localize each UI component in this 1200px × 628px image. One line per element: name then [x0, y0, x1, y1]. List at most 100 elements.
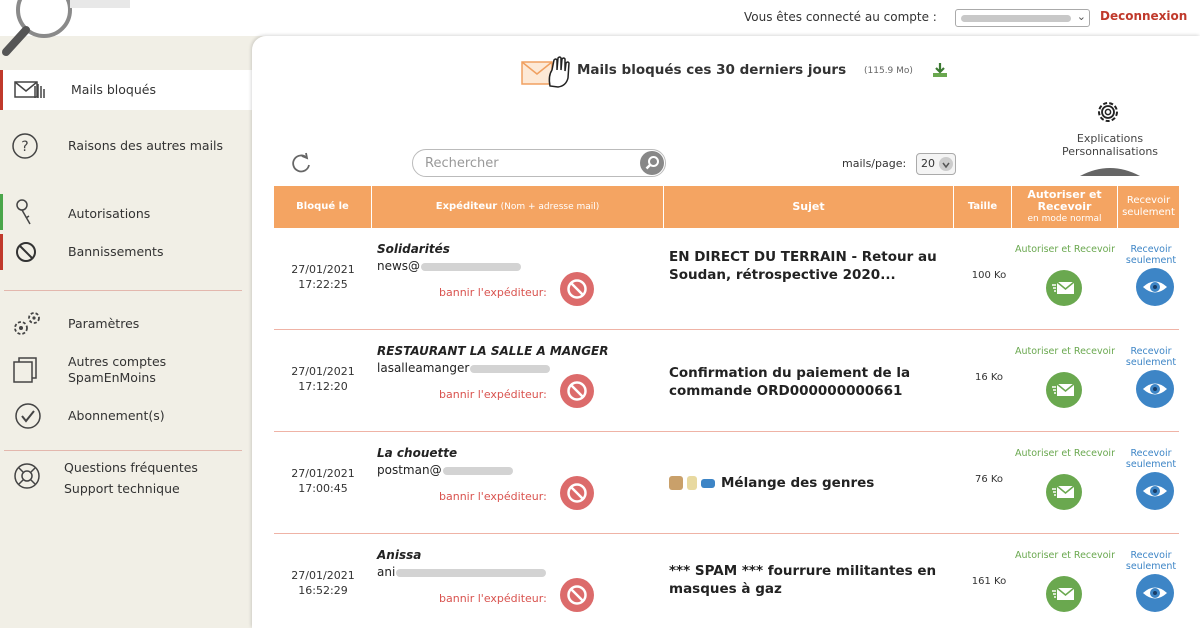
- col-allow-label: Autoriser et Recevoir: [1027, 188, 1102, 213]
- row-date-time: 17:22:25: [298, 278, 348, 291]
- sidebar-item-label: Abonnement(s): [68, 408, 165, 423]
- sidebar-item-reasons[interactable]: ? Raisons des autres mails: [0, 126, 252, 166]
- keys-icon: [16, 199, 31, 225]
- support-link[interactable]: Support technique: [64, 481, 180, 497]
- ban-button-icon[interactable]: [560, 578, 594, 612]
- row-date-day: 27/01/2021: [291, 569, 355, 582]
- allow-mail-icon[interactable]: [1046, 474, 1082, 510]
- bottle-emoji-icon: [687, 476, 697, 490]
- subject-text[interactable]: *** SPAM *** fourrure militantes en masq…: [669, 562, 939, 598]
- ban-button-icon[interactable]: [560, 476, 594, 510]
- table-row[interactable]: 27/01/2021 17:12:20 RESTAURANT LA SALLE …: [274, 330, 1179, 432]
- subject-text: Mélange des genres: [721, 475, 875, 491]
- subject-emojis: [669, 476, 715, 490]
- per-page-label: mails/page:: [842, 157, 907, 170]
- ban-label: bannir l'expéditeur:: [439, 286, 547, 299]
- check-circle-icon: [15, 403, 41, 429]
- sidebar: Mails bloqués ? Raisons des autres mails…: [0, 56, 252, 628]
- eye-icon[interactable]: [1136, 370, 1174, 408]
- settings-label-line2: Personnalisations: [1061, 145, 1159, 158]
- blocked-mail-icon: [14, 81, 45, 98]
- email-redacted: [396, 568, 547, 577]
- col-size[interactable]: Taille: [954, 186, 1012, 228]
- search-input[interactable]: [425, 154, 635, 172]
- account-label: Vous êtes connecté au compte :: [744, 10, 937, 24]
- sidebar-item-other-accounts[interactable]: Autres comptes SpamEnMoins: [0, 350, 252, 394]
- allow-mail-icon[interactable]: [1046, 270, 1082, 306]
- sidebar-item-help[interactable]: Questions fréquentes Support technique: [0, 456, 252, 500]
- sender-name: Solidarités: [377, 242, 450, 256]
- subject-text[interactable]: EN DIRECT DU TERRAIN - Retour au Soudan,…: [669, 248, 939, 284]
- gear-icon[interactable]: [1092, 96, 1124, 128]
- chevron-down-icon: ⌄: [1076, 10, 1086, 23]
- lifebuoy-icon: [14, 463, 40, 489]
- top-bar: Vous êtes connecté au compte : ⌄ Deconne…: [0, 0, 1200, 56]
- table-header: Bloqué le Expéditeur (Nom + adresse mail…: [274, 186, 1179, 228]
- download-icon[interactable]: [932, 62, 948, 78]
- search-box: [412, 149, 666, 177]
- ban-label: bannir l'expéditeur:: [439, 388, 547, 401]
- eye-icon[interactable]: [1136, 574, 1174, 612]
- subject[interactable]: Mélange des genres: [669, 474, 939, 492]
- ban-label: bannir l'expéditeur:: [439, 592, 547, 605]
- allow-mail-icon[interactable]: [1046, 372, 1082, 408]
- gears-icon: [14, 312, 40, 335]
- sidebar-item-settings[interactable]: Paramètres: [0, 304, 252, 344]
- frame-emoji-icon: [669, 476, 683, 490]
- sidebar-item-subscriptions[interactable]: Abonnement(s): [0, 396, 252, 436]
- refresh-icon[interactable]: [290, 152, 312, 174]
- total-size: (115.9 Mo): [864, 66, 913, 76]
- row-date: 27/01/2021 16:52:29: [274, 568, 372, 598]
- sender-email: lasalleamanger: [377, 361, 551, 375]
- row-date-day: 27/01/2021: [291, 467, 355, 480]
- sidebar-item-label: Raisons des autres mails: [68, 138, 224, 153]
- sidebar-item-label: Paramètres: [68, 316, 140, 331]
- sidebar-item-label: Autres comptes SpamEnMoins: [68, 354, 167, 385]
- settings-tab-indicator: [1080, 168, 1140, 176]
- col-allow: Autoriser et Recevoir en mode normal: [1012, 186, 1118, 228]
- col-sender[interactable]: Expéditeur (Nom + adresse mail): [372, 186, 664, 228]
- question-bubble-icon: ?: [12, 133, 38, 159]
- email-redacted: [421, 262, 522, 271]
- row-date: 27/01/2021 17:22:25: [274, 262, 372, 292]
- sidebar-item-blocked-mails[interactable]: Mails bloqués: [0, 70, 252, 110]
- ban-button-icon[interactable]: [560, 374, 594, 408]
- col-sender-label: Expéditeur: [435, 201, 498, 212]
- settings-label-line1: Explications: [1076, 132, 1144, 145]
- ban-button-icon[interactable]: [560, 272, 594, 306]
- app-window: Vous êtes connecté au compte : ⌄ Deconne…: [0, 0, 1200, 628]
- ban-label: bannir l'expéditeur:: [439, 490, 547, 503]
- table-row[interactable]: 27/01/2021 17:22:25 Solidarités news@ ba…: [274, 228, 1179, 330]
- sidebar-item-authorizations[interactable]: Autorisations: [0, 192, 252, 232]
- mail-size: 100 Ko: [971, 270, 1007, 281]
- main-panel: Mails bloqués ces 30 derniers jours (115…: [252, 36, 1200, 628]
- per-page-select[interactable]: 20: [916, 153, 956, 175]
- receive-only-label: Recevoir seulement: [1125, 550, 1177, 572]
- sidebar-item-bans[interactable]: Bannissements: [0, 234, 252, 274]
- row-date-time: 16:52:29: [298, 584, 348, 597]
- eye-icon[interactable]: [1136, 268, 1174, 306]
- receive-only-label: Recevoir seulement: [1125, 244, 1177, 266]
- col-subject[interactable]: Sujet: [664, 186, 954, 228]
- search-button[interactable]: [640, 151, 664, 175]
- col-blocked-date[interactable]: Bloqué le: [274, 186, 372, 228]
- table-row[interactable]: 27/01/2021 17:00:45 La chouette postman@…: [274, 432, 1179, 534]
- faq-link[interactable]: Questions fréquentes: [64, 460, 198, 476]
- account-select[interactable]: ⌄: [955, 9, 1090, 27]
- sidebar-divider: [4, 450, 242, 451]
- logout-link[interactable]: Deconnexion: [1100, 9, 1187, 23]
- col-sender-note: (Nom + adresse mail): [500, 202, 600, 212]
- sender-name: La chouette: [377, 446, 458, 460]
- allow-label: Autoriser et Recevoir: [1015, 244, 1115, 255]
- subject-text[interactable]: Confirmation du paiement de la commande …: [669, 364, 939, 400]
- svg-text:?: ?: [21, 139, 28, 155]
- email-redacted: [470, 364, 551, 373]
- allow-mail-icon[interactable]: [1046, 576, 1082, 612]
- ban-icon: [16, 242, 36, 262]
- sidebar-item-label: Bannissements: [68, 244, 164, 259]
- settings-label[interactable]: Explications Personnalisations: [1052, 132, 1168, 158]
- eye-icon[interactable]: [1136, 472, 1174, 510]
- table-row[interactable]: 27/01/2021 16:52:29 Anissa ani bannir l'…: [274, 534, 1179, 628]
- search-icon: [645, 156, 659, 170]
- row-date: 27/01/2021 17:12:20: [274, 364, 372, 394]
